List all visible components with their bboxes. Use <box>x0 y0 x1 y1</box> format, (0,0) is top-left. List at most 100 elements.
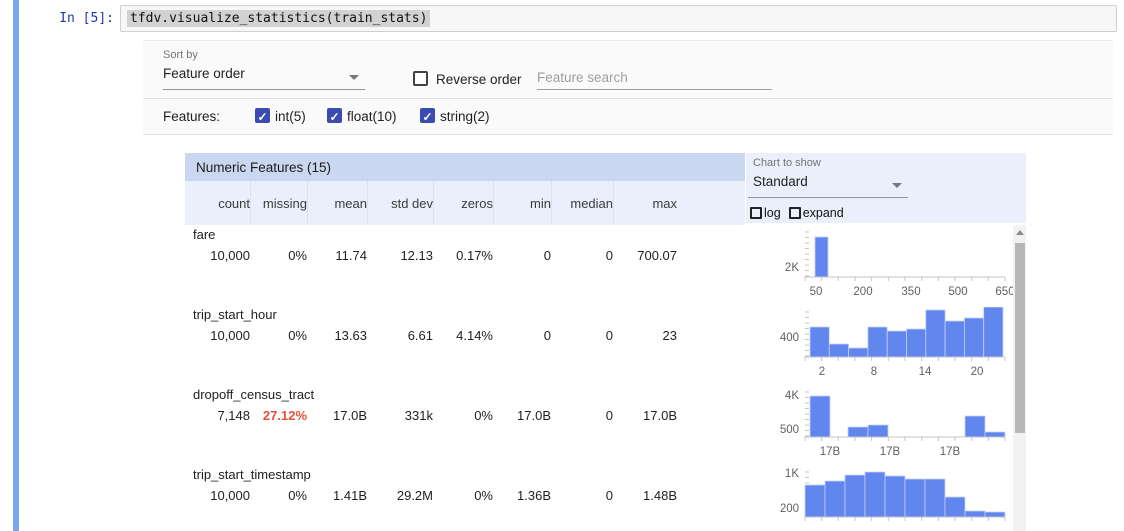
svg-text:500: 500 <box>948 286 967 298</box>
histogram-fare: 502003505006502K <box>765 227 1015 305</box>
filter-label: string(2) <box>440 109 490 124</box>
stat-count: 10,000 <box>185 245 250 265</box>
stat-missing: 0% <box>250 245 307 265</box>
stat-min: 17.0B <box>493 405 551 425</box>
filter-checkbox-int[interactable]: ✓ <box>255 108 270 123</box>
chart-panel: Chart to show Standard log expand <box>746 153 1026 223</box>
stat-missing: 0% <box>250 325 307 345</box>
feature-stats: 10,0000%13.636.614.14%0023 <box>185 325 677 345</box>
svg-text:50: 50 <box>810 286 823 298</box>
feature-search-input[interactable] <box>537 66 772 90</box>
svg-text:200: 200 <box>853 286 872 298</box>
svg-text:200: 200 <box>780 503 799 515</box>
expand-checkbox[interactable] <box>789 207 801 219</box>
stat-std-dev: 12.13 <box>367 245 433 265</box>
stat-min: 1.36B <box>493 485 551 505</box>
svg-text:2K: 2K <box>785 262 799 274</box>
histogram-trip_start_timestamp: 1K200 <box>765 467 1015 531</box>
svg-text:17B: 17B <box>820 446 841 458</box>
feature-stats: 10,0000%1.41B29.2M0%1.36B01.48B <box>185 485 677 505</box>
code-text[interactable]: tfdv.visualize_statistics(train_stats) <box>127 10 430 27</box>
filter-checkbox-string[interactable]: ✓ <box>420 108 435 123</box>
chart-type-select[interactable]: Standard <box>748 174 908 198</box>
stat-missing: 27.12% <box>250 405 307 425</box>
table-column-headers: countmissingmeanstd devzerosminmedianmax <box>185 181 745 225</box>
scrollbar-thumb[interactable] <box>1015 243 1025 433</box>
svg-text:17B: 17B <box>880 446 901 458</box>
filter-label: float(10) <box>347 109 397 124</box>
scroll-up-icon[interactable] <box>1016 230 1024 235</box>
feature-row-trip_start_hour: trip_start_hour10,0000%13.636.614.14%002… <box>185 305 1026 385</box>
stat-mean: 17.0B <box>307 405 367 425</box>
histogram-trip_start_hour: 281420400 <box>765 307 1015 385</box>
stat-zeros: 0% <box>433 485 493 505</box>
svg-text:2: 2 <box>819 366 825 378</box>
code-cell-input[interactable]: tfdv.visualize_statistics(train_stats) <box>120 5 1117 32</box>
column-header-min: min <box>493 181 551 225</box>
feature-row-trip_start_timestamp: trip_start_timestamp10,0000%1.41B29.2M0%… <box>185 465 1026 531</box>
cell-prompt: In [5]: <box>22 11 114 26</box>
numeric-features-title: Numeric Features (15) <box>185 153 745 181</box>
stat-count: 10,000 <box>185 485 250 505</box>
filter-checkbox-float[interactable]: ✓ <box>327 108 342 123</box>
selected-cell-indicator <box>13 0 19 531</box>
stat-median: 0 <box>551 485 613 505</box>
stat-min: 0 <box>493 245 551 265</box>
stat-mean: 1.41B <box>307 485 367 505</box>
column-header-zeros: zeros <box>433 181 493 225</box>
stat-max: 700.07 <box>613 245 677 265</box>
stat-missing: 0% <box>250 485 307 505</box>
stat-zeros: 0% <box>433 405 493 425</box>
stat-std-dev: 29.2M <box>367 485 433 505</box>
sort-by-value: Feature order <box>163 66 245 81</box>
expand-label: expand <box>803 206 844 220</box>
column-header-max: max <box>613 181 677 225</box>
stat-max: 17.0B <box>613 405 677 425</box>
stat-median: 0 <box>551 405 613 425</box>
svg-text:20: 20 <box>971 366 984 378</box>
column-header-mean: mean <box>307 181 367 225</box>
chart-to-show-label: Chart to show <box>753 157 821 169</box>
stat-zeros: 4.14% <box>433 325 493 345</box>
svg-text:14: 14 <box>919 366 932 378</box>
feature-name: dropoff_census_tract <box>193 387 314 402</box>
stat-median: 0 <box>551 245 613 265</box>
column-header-median: median <box>551 181 613 225</box>
stat-max: 1.48B <box>613 485 677 505</box>
feature-name: trip_start_timestamp <box>193 467 311 482</box>
stat-max: 23 <box>613 325 677 345</box>
svg-text:500: 500 <box>780 424 799 436</box>
stat-median: 0 <box>551 325 613 345</box>
features-label: Features: <box>163 109 220 124</box>
column-header-count: count <box>185 181 250 225</box>
stat-count: 10,000 <box>185 325 250 345</box>
stat-zeros: 0.17% <box>433 245 493 265</box>
stat-count: 7,148 <box>185 405 250 425</box>
histogram-dropoff_census_tract: 17B17B17B4K500 <box>765 387 1015 465</box>
sort-by-label: Sort by <box>163 49 198 61</box>
chart-type-value: Standard <box>753 174 808 189</box>
log-label: log <box>764 206 781 220</box>
stat-mean: 11.74 <box>307 245 367 265</box>
sort-by-select[interactable]: Feature order <box>163 66 365 90</box>
notebook-page: In [5]: tfdv.visualize_statistics(train_… <box>0 0 1124 531</box>
chevron-down-icon <box>892 183 902 188</box>
svg-text:17B: 17B <box>940 446 961 458</box>
reverse-order-label: Reverse order <box>436 72 522 87</box>
feature-stats: 7,14827.12%17.0B331k0%17.0B017.0B <box>185 405 677 425</box>
log-checkbox[interactable] <box>750 207 762 219</box>
feature-stats: 10,0000%11.7412.130.17%00700.07 <box>185 245 677 265</box>
feature-name: fare <box>193 227 215 242</box>
svg-text:400: 400 <box>780 332 799 344</box>
stat-std-dev: 6.61 <box>367 325 433 345</box>
column-header-std-dev: std dev <box>367 181 433 225</box>
feature-name: trip_start_hour <box>193 307 277 322</box>
column-header-missing: missing <box>250 181 307 225</box>
reverse-order-checkbox[interactable] <box>413 71 428 86</box>
feature-row-dropoff_census_tract: dropoff_census_tract 7,14827.12%17.0B331k… <box>185 385 1026 465</box>
stat-mean: 13.63 <box>307 325 367 345</box>
stat-min: 0 <box>493 325 551 345</box>
feature-row-fare: fare10,0000%11.7412.130.17%00700.0750200… <box>185 225 1026 305</box>
chart-scrollbar[interactable] <box>1013 225 1026 531</box>
chevron-down-icon <box>349 75 359 80</box>
